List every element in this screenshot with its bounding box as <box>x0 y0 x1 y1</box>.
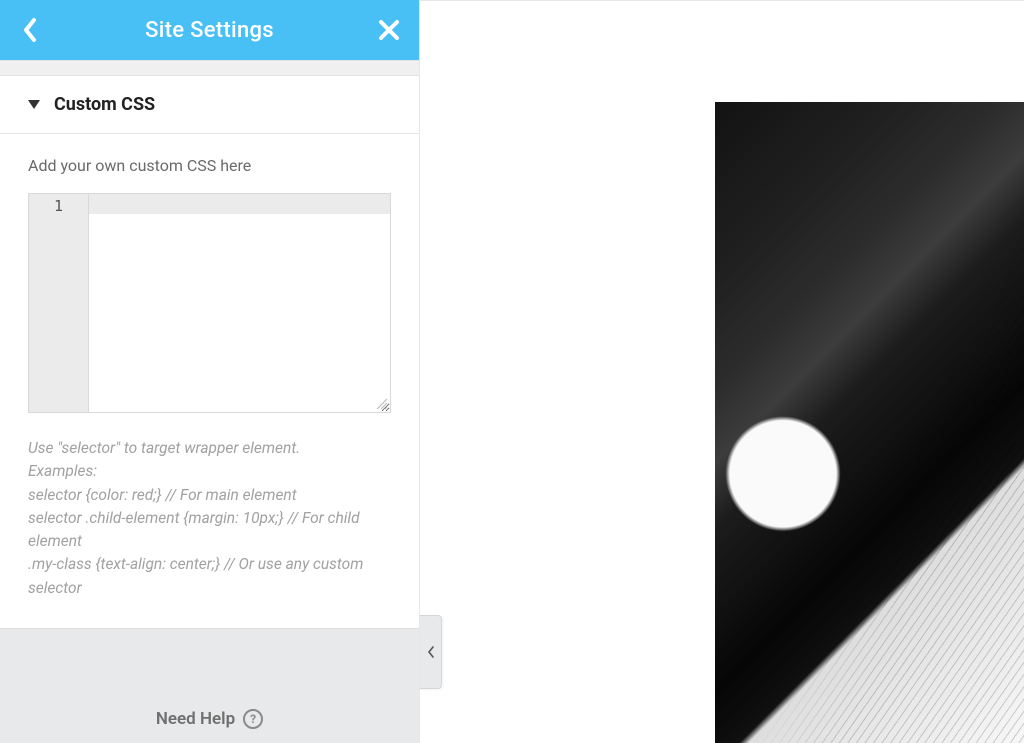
sidebar-strip <box>0 60 419 76</box>
section-body-custom-css: Add your own custom CSS here 1 Use "sele… <box>0 134 419 628</box>
hint-line: selector {color: red;} // For main eleme… <box>28 484 391 507</box>
back-button[interactable] <box>0 0 60 60</box>
css-hint-text: Use "selector" to target wrapper element… <box>28 437 391 600</box>
code-gutter: 1 <box>29 194 89 412</box>
close-button[interactable] <box>359 0 419 60</box>
hint-line: .my-class {text-align: center;} // Or us… <box>28 553 391 600</box>
code-area <box>89 194 390 412</box>
css-code-editor[interactable]: 1 <box>28 193 391 413</box>
caret-down-icon <box>28 95 40 114</box>
section-toggle-custom-css[interactable]: Custom CSS <box>0 76 419 134</box>
hint-line: selector .child-element {margin: 10px;} … <box>28 507 391 554</box>
chevron-left-icon <box>21 16 39 44</box>
sidebar-header: Site Settings <box>0 0 419 60</box>
hint-line: Use "selector" to target wrapper element… <box>28 437 391 460</box>
need-help-label: Need Help <box>156 709 235 729</box>
close-icon <box>378 19 400 41</box>
section-description: Add your own custom CSS here <box>28 156 391 175</box>
need-help-button[interactable]: Need Help ? <box>156 709 263 729</box>
sidebar-footer: Need Help ? <box>0 653 419 743</box>
canvas-divider <box>420 0 1024 1</box>
sidebar-collapse-handle[interactable] <box>420 615 442 689</box>
sidebar-spacer <box>0 628 419 653</box>
section-title: Custom CSS <box>54 94 155 115</box>
sidebar-title: Site Settings <box>145 18 274 43</box>
preview-canvas <box>420 0 1024 743</box>
gutter-line-number: 1 <box>29 196 88 216</box>
hint-line: Examples: <box>28 460 391 483</box>
css-textarea[interactable] <box>89 194 390 412</box>
app-root: Site Settings Custom CSS Add your own cu… <box>0 0 1024 743</box>
preview-image <box>715 102 1024 743</box>
settings-sidebar: Site Settings Custom CSS Add your own cu… <box>0 0 420 743</box>
help-icon: ? <box>243 709 263 729</box>
chevron-left-icon <box>427 645 435 659</box>
